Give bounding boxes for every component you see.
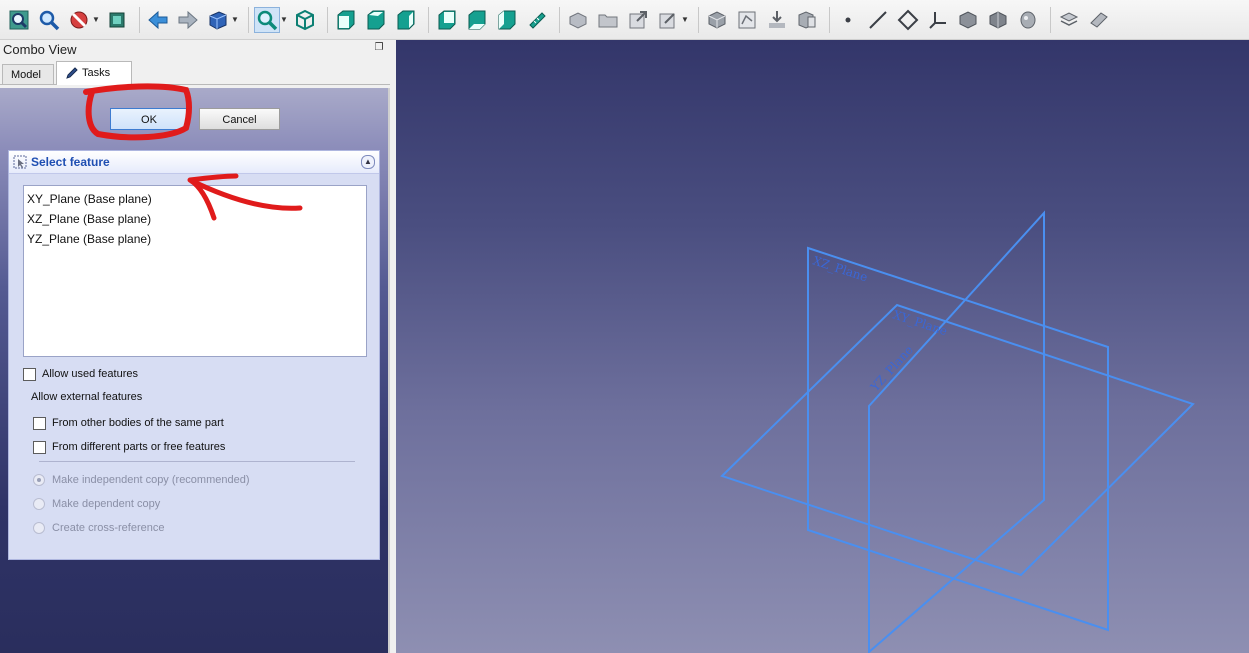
float-panel-icon[interactable]: ❐	[373, 42, 385, 54]
list-item-yz-plane[interactable]: YZ_Plane (Base plane)	[27, 229, 366, 249]
isometric-view-icon[interactable]	[292, 7, 318, 33]
shape-binder-icon[interactable]	[955, 7, 981, 33]
allow-used-features-checkbox[interactable]: Allow used features	[23, 365, 138, 383]
from-different-parts-label: From different parts or free features	[52, 441, 226, 453]
tab-model[interactable]: Model	[2, 64, 54, 84]
feature-list[interactable]: XY_Plane (Base plane) XZ_Plane (Base pla…	[23, 185, 367, 357]
select-feature-title: Select feature	[31, 155, 110, 169]
draw-style-icon[interactable]	[66, 7, 92, 33]
rear-view-icon[interactable]	[434, 7, 460, 33]
workbench-box-icon[interactable]	[205, 7, 231, 33]
measure-icon[interactable]	[524, 7, 550, 33]
hole-icon[interactable]	[1086, 7, 1112, 33]
left-view-icon[interactable]	[494, 7, 520, 33]
checkbox-box[interactable]	[33, 416, 46, 430]
task-panel: OK Cancel Select feature ▲ XY_Plane (Bas…	[0, 88, 390, 653]
sketch-icon[interactable]	[734, 7, 760, 33]
link-actions-icon[interactable]	[655, 7, 681, 33]
combo-view: Combo View ❐ Model Tasks OK Cancel Selec…	[0, 40, 390, 653]
plane-wireframes: XZ_Plane XY_Plane YZ_Plane	[720, 210, 1195, 653]
pencil-icon	[66, 67, 78, 79]
part-icon[interactable]	[565, 7, 591, 33]
toolbar-separator	[1050, 6, 1051, 33]
allow-external-features-label: Allow external features	[31, 391, 143, 403]
checkbox-box[interactable]	[33, 440, 46, 454]
radio-dependent-copy[interactable]: Make dependent copy	[33, 495, 160, 513]
radio-independent-copy[interactable]: Make independent copy (recommended)	[33, 471, 250, 489]
top-view-icon[interactable]	[363, 7, 389, 33]
combo-tabbar: Model Tasks	[0, 60, 390, 85]
zoom-icon[interactable]	[254, 6, 280, 33]
radio-cross-reference-label: Create cross-reference	[52, 522, 165, 534]
combo-view-title: Combo View	[3, 42, 77, 57]
radio-dependent-copy-label: Make dependent copy	[52, 498, 161, 510]
select-feature-panel: Select feature ▲ XY_Plane (Base plane) X…	[8, 150, 380, 560]
combo-view-title-bar: Combo View ❐	[0, 40, 390, 60]
fit-selection-icon[interactable]	[36, 7, 62, 33]
yz-plane-outline[interactable]	[868, 210, 1045, 653]
collapse-chevron-icon[interactable]: ▲	[361, 155, 375, 169]
bottom-view-icon[interactable]	[464, 7, 490, 33]
from-other-bodies-checkbox[interactable]: From other bodies of the same part	[33, 414, 224, 432]
divider	[39, 461, 355, 462]
clone-icon[interactable]	[794, 7, 820, 33]
link-icon[interactable]	[625, 7, 651, 33]
bounding-box-icon[interactable]	[104, 7, 130, 33]
from-other-bodies-label: From other bodies of the same part	[52, 417, 224, 429]
allow-used-features-label: Allow used features	[42, 368, 138, 380]
list-item-xy-plane[interactable]: XY_Plane (Base plane)	[27, 189, 366, 209]
chevron-down-icon[interactable]: ▼	[231, 15, 239, 24]
toolbar-separator	[428, 6, 429, 33]
xz-plane-outline[interactable]	[807, 246, 1109, 632]
attach-icon[interactable]	[764, 7, 790, 33]
select-feature-header: Select feature ▲	[9, 151, 379, 174]
select-feature-icon	[13, 155, 27, 169]
from-different-parts-checkbox[interactable]: From different parts or free features	[33, 438, 225, 456]
radio-button[interactable]	[33, 474, 45, 487]
tab-model-label: Model	[11, 69, 41, 81]
right-view-icon[interactable]	[393, 7, 419, 33]
yz-plane-label: YZ_Plane	[867, 343, 916, 395]
3d-view[interactable]: XZ_Plane XY_Plane YZ_Plane	[396, 40, 1249, 653]
cancel-button[interactable]: Cancel	[199, 108, 280, 130]
ok-button[interactable]: OK	[110, 108, 188, 130]
toolbar-separator	[829, 6, 830, 33]
toolbar-separator	[327, 6, 328, 33]
radio-cross-reference[interactable]: Create cross-reference	[33, 519, 165, 537]
forward-arrow-icon[interactable]	[175, 7, 201, 33]
radio-button[interactable]	[33, 522, 45, 535]
toolbar-separator	[248, 6, 249, 33]
group-icon[interactable]	[595, 7, 621, 33]
toolbar-separator	[559, 6, 560, 33]
chevron-down-icon[interactable]: ▼	[280, 15, 288, 24]
list-item-xz-plane[interactable]: XZ_Plane (Base plane)	[27, 209, 366, 229]
point-icon[interactable]	[835, 7, 861, 33]
radio-button[interactable]	[33, 498, 45, 511]
chevron-down-icon[interactable]: ▼	[92, 15, 100, 24]
checkbox-box[interactable]	[23, 367, 36, 381]
toolbar-separator	[139, 6, 140, 33]
fit-all-icon[interactable]	[6, 7, 32, 33]
toolbar-separator	[698, 6, 699, 33]
body-icon[interactable]	[704, 7, 730, 33]
front-view-icon[interactable]	[333, 7, 359, 33]
plane-icon[interactable]	[895, 7, 921, 33]
lcs-icon[interactable]	[925, 7, 951, 33]
back-arrow-icon[interactable]	[145, 7, 171, 33]
tab-tasks-label: Tasks	[82, 67, 111, 79]
chevron-down-icon[interactable]: ▼	[681, 15, 689, 24]
main-toolbar: ▼ ▼ ▼ ▼	[0, 0, 1249, 40]
subshape-binder-icon[interactable]	[985, 7, 1011, 33]
xy-plane-outline[interactable]	[720, 303, 1195, 577]
radio-independent-copy-label: Make independent copy (recommended)	[52, 474, 250, 486]
pocket-icon[interactable]	[1056, 7, 1082, 33]
tab-tasks[interactable]: Tasks	[56, 61, 132, 85]
line-icon[interactable]	[865, 7, 891, 33]
pad-icon[interactable]	[1015, 7, 1041, 33]
